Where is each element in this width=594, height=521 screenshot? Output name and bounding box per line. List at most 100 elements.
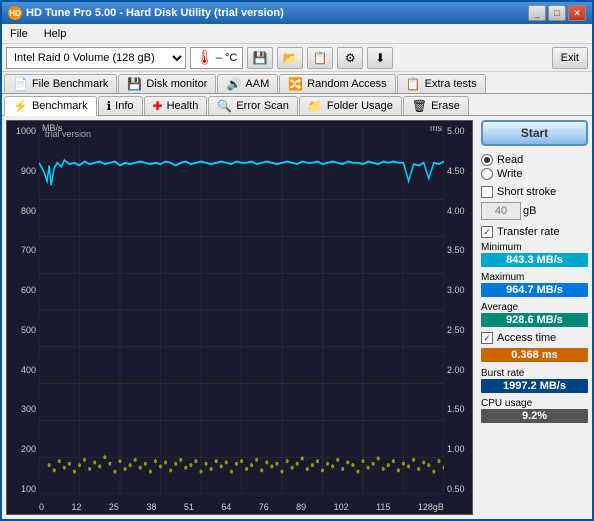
gb-input[interactable] bbox=[481, 202, 521, 220]
gb-row: gB bbox=[481, 202, 588, 220]
tab-health[interactable]: ✚ Health bbox=[144, 96, 208, 115]
write-label: Write bbox=[497, 168, 522, 180]
tab-random-access[interactable]: 🔀 Random Access bbox=[279, 74, 395, 93]
read-label: Read bbox=[497, 154, 523, 166]
copy-btn[interactable]: 📋 bbox=[307, 47, 333, 69]
tab-erase[interactable]: 🗑 Erase bbox=[403, 96, 469, 115]
chart-area: MB/s ms trial version 1000 900 800 700 6… bbox=[6, 120, 473, 515]
menu-bar: File Help bbox=[2, 24, 592, 44]
window-title: HD Tune Pro 5.00 - Hard Disk Utility (tr… bbox=[26, 7, 284, 19]
gb-label: gB bbox=[523, 205, 536, 217]
transfer-rate-row: Transfer rate bbox=[481, 226, 588, 238]
benchmark-icon: ⚡ bbox=[13, 99, 28, 113]
health-icon: ✚ bbox=[153, 99, 163, 113]
toolbar: Intel Raid 0 Volume (128 gB) 🌡 – °C 💾 📂 … bbox=[2, 44, 592, 72]
maximize-button[interactable]: □ bbox=[548, 5, 566, 21]
short-stroke-label: Short stroke bbox=[497, 186, 556, 198]
short-stroke-checkbox[interactable] bbox=[481, 186, 493, 198]
tab-folder-usage-label: Folder Usage bbox=[327, 100, 393, 112]
burst-rate-label: Burst rate bbox=[481, 368, 524, 379]
tab-erase-label: Erase bbox=[431, 100, 460, 112]
temp-display: 🌡 – °C bbox=[190, 47, 243, 69]
burst-rate-stat: Burst rate 1997.2 MB/s bbox=[481, 368, 588, 393]
main-window: HD HD Tune Pro 5.00 - Hard Disk Utility … bbox=[0, 0, 594, 521]
erase-icon: 🗑 bbox=[412, 99, 427, 113]
settings-btn[interactable]: ⚙ bbox=[337, 47, 363, 69]
tab-benchmark-label: Benchmark bbox=[32, 100, 88, 112]
download-btn[interactable]: ⬇ bbox=[367, 47, 393, 69]
tab-disk-monitor-label: Disk monitor bbox=[146, 78, 207, 90]
extra-tests-icon: 📋 bbox=[406, 77, 421, 91]
error-scan-icon: 🔍 bbox=[217, 99, 232, 113]
maximum-stat: Maximum 964.7 MB/s bbox=[481, 272, 588, 297]
minimum-stat: Minimum 843.3 MB/s bbox=[481, 242, 588, 267]
title-bar: HD HD Tune Pro 5.00 - Hard Disk Utility … bbox=[2, 2, 592, 24]
temp-value: – °C bbox=[216, 52, 238, 64]
cpu-usage-label: CPU usage bbox=[481, 398, 532, 409]
tab-extra-tests-label: Extra tests bbox=[425, 78, 477, 90]
right-panel: Start Read Write Short stroke gB bbox=[477, 116, 592, 519]
tabs-row1-container: 📄 File Benchmark 💾 Disk monitor 🔊 AAM 🔀 … bbox=[2, 72, 592, 94]
tab-extra-tests[interactable]: 📋 Extra tests bbox=[397, 74, 486, 93]
chart-y-labels-left: 1000 900 800 700 600 500 400 300 200 100 bbox=[7, 126, 39, 494]
menu-file[interactable]: File bbox=[6, 27, 32, 41]
tab-info[interactable]: ℹ Info bbox=[98, 96, 143, 115]
open-btn[interactable]: 📂 bbox=[277, 47, 303, 69]
tabs-row1: 📄 File Benchmark 💾 Disk monitor 🔊 AAM 🔀 … bbox=[2, 72, 592, 94]
thermometer-icon: 🌡 bbox=[196, 49, 214, 66]
read-radio[interactable] bbox=[481, 154, 493, 166]
access-time-label: Access time bbox=[497, 332, 556, 344]
burst-rate-value: 1997.2 MB/s bbox=[481, 379, 588, 393]
cpu-usage-stat: CPU usage 9.2% bbox=[481, 398, 588, 423]
access-time-value: 0.368 ms bbox=[481, 348, 588, 362]
access-time-checkbox[interactable] bbox=[481, 332, 493, 344]
write-radio-row: Write bbox=[481, 168, 588, 180]
tab-file-benchmark[interactable]: 📄 File Benchmark bbox=[4, 74, 117, 93]
info-icon: ℹ bbox=[107, 99, 112, 113]
tab-aam[interactable]: 🔊 AAM bbox=[217, 74, 278, 93]
drive-select[interactable]: Intel Raid 0 Volume (128 gB) bbox=[6, 47, 186, 69]
average-label: Average bbox=[481, 302, 518, 313]
tab-aam-label: AAM bbox=[245, 78, 269, 90]
minimum-label: Minimum bbox=[481, 242, 522, 253]
close-button[interactable]: ✕ bbox=[568, 5, 586, 21]
tab-error-scan[interactable]: 🔍 Error Scan bbox=[208, 96, 298, 115]
transfer-rate-checkbox[interactable] bbox=[481, 226, 493, 238]
average-stat: Average 928.6 MB/s bbox=[481, 302, 588, 327]
aam-icon: 🔊 bbox=[226, 77, 241, 91]
tab-info-label: Info bbox=[115, 100, 133, 112]
tab-file-benchmark-label: File Benchmark bbox=[32, 78, 108, 90]
write-radio[interactable] bbox=[481, 168, 493, 180]
cpu-usage-value: 9.2% bbox=[481, 409, 588, 423]
disk-monitor-icon: 💾 bbox=[127, 77, 142, 91]
tabs-row2-container: ⚡ Benchmark ℹ Info ✚ Health 🔍 Error Scan… bbox=[2, 94, 592, 116]
tab-health-label: Health bbox=[167, 100, 199, 112]
app-icon: HD bbox=[8, 6, 22, 20]
read-write-group: Read Write bbox=[481, 154, 588, 180]
minimize-button[interactable]: _ bbox=[528, 5, 546, 21]
chart-x-labels: 0 12 25 38 51 64 76 89 102 115 128gB bbox=[39, 502, 444, 512]
average-value: 928.6 MB/s bbox=[481, 313, 588, 327]
transfer-rate-label: Transfer rate bbox=[497, 226, 560, 238]
menu-help[interactable]: Help bbox=[40, 27, 71, 41]
file-benchmark-icon: 📄 bbox=[13, 77, 28, 91]
folder-usage-icon: 📁 bbox=[308, 99, 323, 113]
tab-folder-usage[interactable]: 📁 Folder Usage bbox=[299, 96, 402, 115]
content-area: MB/s ms trial version 1000 900 800 700 6… bbox=[2, 116, 592, 519]
exit-button[interactable]: Exit bbox=[552, 47, 588, 69]
maximum-value: 964.7 MB/s bbox=[481, 283, 588, 297]
tab-random-access-label: Random Access bbox=[307, 78, 386, 90]
save-btn[interactable]: 💾 bbox=[247, 47, 273, 69]
maximum-label: Maximum bbox=[481, 272, 524, 283]
tab-disk-monitor[interactable]: 💾 Disk monitor bbox=[118, 74, 216, 93]
random-access-icon: 🔀 bbox=[288, 77, 303, 91]
title-bar-left: HD HD Tune Pro 5.00 - Hard Disk Utility … bbox=[8, 6, 284, 20]
start-button[interactable]: Start bbox=[481, 120, 588, 146]
chart-y-labels-right: 5.00 4.50 4.00 3.50 3.00 2.50 2.00 1.50 … bbox=[444, 126, 472, 494]
chart-svg bbox=[39, 126, 444, 494]
access-time-row: Access time bbox=[481, 332, 588, 344]
tab-benchmark[interactable]: ⚡ Benchmark bbox=[4, 96, 97, 116]
tab-error-scan-label: Error Scan bbox=[236, 100, 289, 112]
short-stroke-row: Short stroke bbox=[481, 186, 588, 198]
title-bar-buttons: _ □ ✕ bbox=[528, 5, 586, 21]
